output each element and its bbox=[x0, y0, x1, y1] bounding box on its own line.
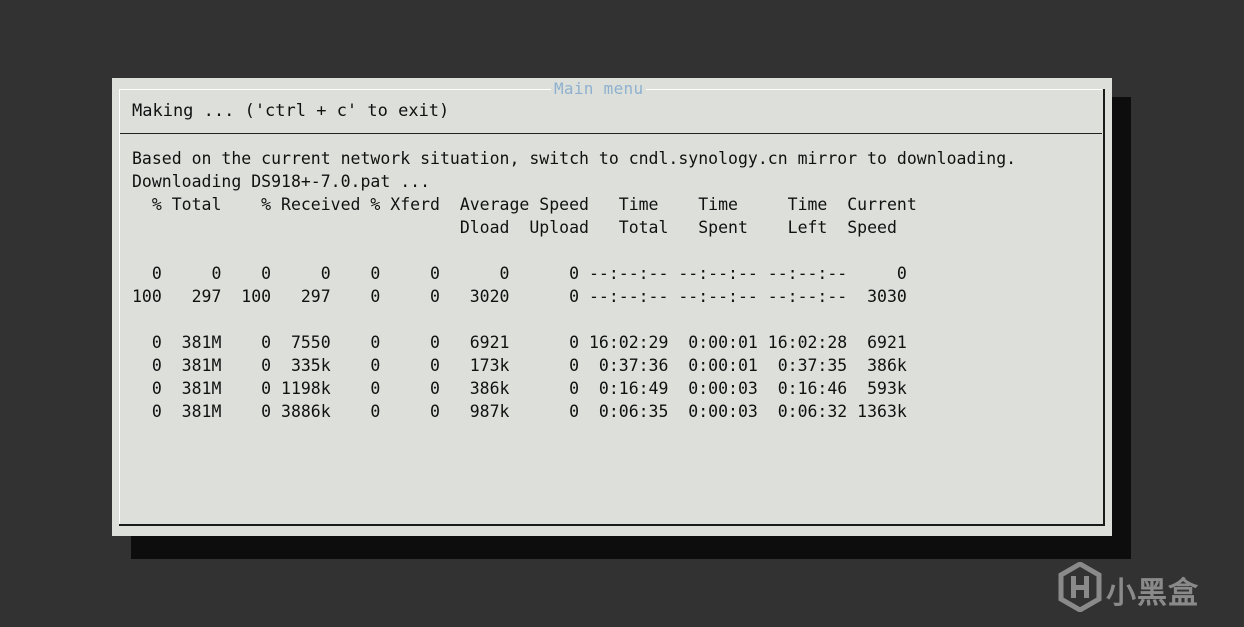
heybox-logo-icon bbox=[1058, 561, 1102, 613]
frame-right-border bbox=[1103, 89, 1105, 526]
curl-header-row-2: Dload Upload Total Spent Left Speed bbox=[132, 218, 897, 237]
terminal-output: Based on the current network situation, … bbox=[132, 147, 1016, 423]
progress-row: 0 381M 0 3886k 0 0 987k 0 0:06:35 0:00:0… bbox=[132, 402, 907, 421]
dialog-title: Main menu bbox=[551, 79, 647, 99]
blank-line: ​ bbox=[132, 308, 1016, 331]
progress-row: 0 381M 0 7550 0 0 6921 0 16:02:29 0:00:0… bbox=[132, 333, 907, 352]
watermark-text: 小黑盒 bbox=[1106, 576, 1199, 611]
frame-left-border bbox=[119, 89, 120, 524]
progress-row: 0 381M 0 1198k 0 0 386k 0 0:16:49 0:00:0… bbox=[132, 379, 907, 398]
watermark: 小黑盒 bbox=[1058, 561, 1218, 613]
main-menu-dialog: Main menu Making ... ('ctrl + c' to exit… bbox=[112, 78, 1112, 536]
download-file-line: Downloading DS918+-7.0.pat ... bbox=[132, 172, 431, 191]
network-message: Based on the current network situation, … bbox=[132, 149, 1017, 168]
progress-row: 0 0 0 0 0 0 0 0 --:--:-- --:--:-- --:--:… bbox=[132, 264, 907, 283]
frame-bottom-border bbox=[119, 524, 1105, 526]
status-line: Making ... ('ctrl + c' to exit) bbox=[132, 101, 450, 121]
progress-row: 0 381M 0 335k 0 0 173k 0 0:37:36 0:00:01… bbox=[132, 356, 907, 375]
blank-line: ​ bbox=[132, 239, 1016, 262]
progress-row: 100 297 100 297 0 0 3020 0 --:--:-- --:-… bbox=[132, 287, 907, 306]
curl-header-row-1: % Total % Received % Xferd Average Speed… bbox=[132, 195, 917, 214]
separator-line bbox=[120, 133, 1102, 134]
